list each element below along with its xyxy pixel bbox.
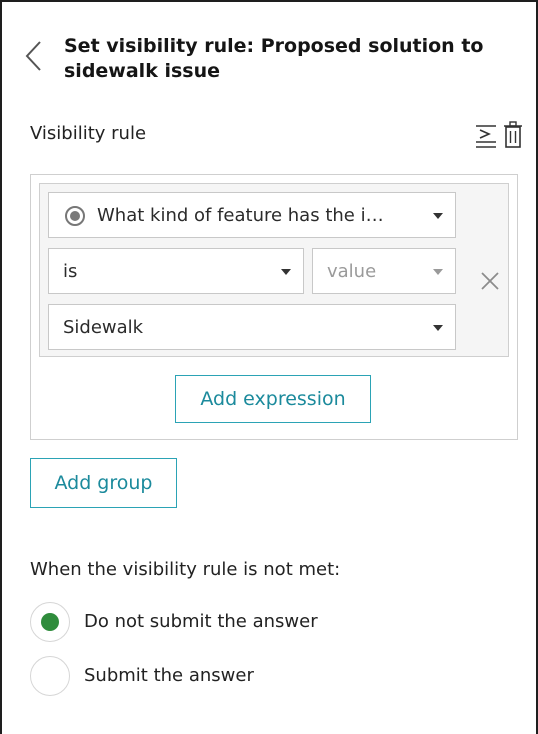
operator-select-value: is bbox=[63, 261, 78, 282]
question-select[interactable]: What kind of feature has the i… bbox=[48, 192, 456, 238]
rule-container: What kind of feature has the i… is value bbox=[30, 174, 518, 440]
caret-down-icon bbox=[281, 269, 291, 275]
delete-rule-button[interactable] bbox=[502, 120, 526, 150]
collapse-expressions-button[interactable] bbox=[474, 120, 498, 150]
radio-do-not-submit[interactable]: Do not submit the answer bbox=[30, 602, 430, 644]
answer-select-value: Sidewalk bbox=[63, 317, 144, 338]
add-expression-button[interactable]: Add expression bbox=[175, 375, 371, 423]
radio-submit[interactable]: Submit the answer bbox=[30, 656, 430, 698]
caret-down-icon bbox=[433, 269, 443, 275]
trash-icon bbox=[504, 121, 522, 148]
not-met-label: When the visibility rule is not met: bbox=[30, 559, 341, 580]
page-title: Set visibility rule: Proposed solution t… bbox=[64, 35, 484, 82]
visibility-rule-label: Visibility rule bbox=[30, 123, 147, 144]
radio-checked-icon bbox=[30, 602, 70, 642]
panel-header: Set visibility rule: Proposed solution t… bbox=[20, 26, 520, 96]
add-group-button[interactable]: Add group bbox=[30, 458, 177, 508]
answer-select[interactable]: Sidewalk bbox=[48, 304, 456, 350]
expression-group: What kind of feature has the i… is value bbox=[39, 183, 509, 357]
caret-down-icon bbox=[433, 325, 443, 331]
radio-dot-icon bbox=[65, 206, 85, 226]
back-button[interactable] bbox=[20, 38, 48, 74]
question-select-value: What kind of feature has the i… bbox=[97, 205, 384, 226]
operator-select[interactable]: is bbox=[48, 248, 304, 294]
chevron-left-icon bbox=[25, 41, 41, 71]
radio-label: Submit the answer bbox=[84, 665, 254, 686]
remove-expression-button[interactable] bbox=[478, 269, 502, 293]
visibility-rule-panel: Set visibility rule: Proposed solution t… bbox=[0, 0, 538, 734]
radio-label: Do not submit the answer bbox=[84, 611, 318, 632]
radio-unchecked-icon bbox=[30, 656, 70, 696]
rule-actions bbox=[474, 120, 524, 150]
close-icon bbox=[481, 272, 499, 290]
caret-down-icon bbox=[433, 213, 443, 219]
collapse-expressions-icon bbox=[476, 125, 496, 148]
value-type-select[interactable]: value bbox=[312, 248, 456, 294]
value-type-select-value: value bbox=[327, 261, 377, 282]
